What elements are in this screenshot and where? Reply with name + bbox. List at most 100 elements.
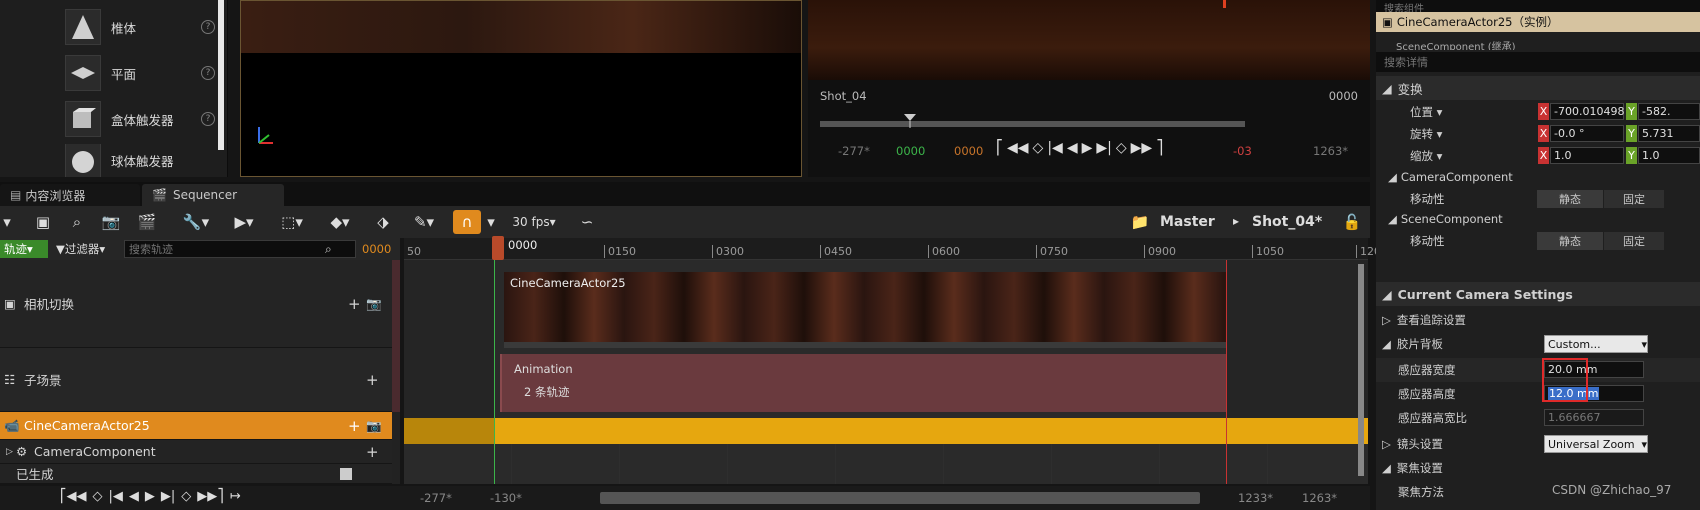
camera-cut-section[interactable]: CineCameraActor25 [504, 272, 1226, 348]
rotation-x-field[interactable]: -0.0 ° [1550, 125, 1624, 142]
viewport-cinematic[interactable]: Shot_04 0000 -277* 0000 0000 ⎡ ◀◀ ◇ |◀ ◀… [808, 0, 1370, 177]
viewport-left[interactable] [240, 0, 802, 177]
play-reverse-icon[interactable]: ◀ [129, 489, 139, 504]
chevron-down-icon[interactable]: ▾ [0, 210, 14, 234]
timeline-ruler[interactable]: 50 0150 0300 0450 0600 0750 0900 1050 12… [404, 236, 1381, 260]
vertical-scrollbar[interactable] [1358, 264, 1364, 476]
track-camera-component[interactable]: ▷ ⚙ CameraComponent + [0, 440, 392, 464]
folder-icon[interactable]: 📁 [1130, 210, 1150, 234]
mobility-static-button[interactable]: 静态 [1537, 232, 1603, 250]
place-item-box-trigger[interactable]: 盒体触发器 ? [65, 98, 215, 140]
horizontal-scrollbar[interactable] [600, 492, 1200, 504]
play-icon[interactable]: ▶ [1082, 140, 1093, 156]
filter-button[interactable]: ▼ 过滤器 ▾ [56, 240, 105, 258]
chevron-right-icon[interactable]: ▷ [6, 447, 16, 457]
location-x-field[interactable]: -700.010498 [1550, 103, 1624, 120]
filmback-preset-dropdown[interactable]: Custom... ▾ [1544, 335, 1648, 353]
step-back-icon[interactable]: |◀ [109, 489, 123, 504]
jump-to-start-icon[interactable]: ⎡ [996, 140, 1003, 156]
mobility-fixed-button[interactable]: 固定 [1604, 232, 1664, 250]
scale-x-field[interactable]: 1.0 [1550, 147, 1624, 164]
checkbox[interactable] [340, 467, 352, 480]
fps-dropdown[interactable]: 30 fps ▾ [506, 210, 562, 234]
camera-icon[interactable]: 📷 [366, 418, 392, 434]
lookat-row[interactable]: ▷ 查看追踪设置 [1376, 308, 1700, 332]
step-back-keyframe-icon[interactable]: ◀◀ [1007, 140, 1029, 156]
subscene-section[interactable]: Animation 2 条轨迹 [500, 354, 1226, 412]
next-key-icon[interactable]: ◇ [1116, 140, 1127, 156]
camera-icon[interactable]: 📷 [98, 210, 124, 234]
location-y-field[interactable]: -582. [1638, 103, 1700, 120]
scale-y-field[interactable]: 1.0 [1638, 147, 1700, 164]
lock-icon[interactable]: 🔓 [1342, 210, 1362, 234]
track-subscene[interactable]: ☷ 子场景 + [0, 348, 392, 412]
add-track-button[interactable]: 轨迹 ▾ [0, 240, 48, 258]
step-forward-keyframe-icon[interactable]: ▶▶ [1131, 140, 1153, 156]
tab-sequencer[interactable]: 🎬 Sequencer [142, 184, 284, 206]
place-item-sphere-trigger[interactable]: 球体触发器 [65, 144, 215, 177]
track-search-input[interactable] [125, 242, 325, 256]
tab-content-browser[interactable]: ▤ 内容浏览器 [0, 184, 140, 206]
lens-settings-row[interactable]: ▷ 镜头设置 [1376, 432, 1700, 456]
place-item-cone[interactable]: 椎体 ? [65, 6, 215, 48]
step-forward-icon[interactable]: ▶| [161, 489, 175, 504]
snap-magnet-icon[interactable]: ∩ [453, 210, 481, 234]
next-key-icon[interactable]: ◇ [181, 489, 191, 504]
camera-component-category[interactable]: ◢ CameraComponent [1376, 165, 1700, 189]
loop-icon[interactable]: ↦ [230, 489, 241, 504]
search-icon[interactable]: ⌕ [64, 210, 90, 234]
playhead-handle[interactable] [492, 236, 504, 260]
track-spawned[interactable]: 已生成 [0, 464, 392, 484]
scene-component-category[interactable]: ◢ SceneComponent [1376, 207, 1700, 231]
scrollbar[interactable] [218, 0, 224, 150]
add-icon[interactable]: + [366, 371, 392, 389]
camera-icon[interactable]: 📷 [366, 296, 392, 312]
prev-key-icon[interactable]: ◇ [1033, 140, 1044, 156]
add-icon[interactable]: + [348, 295, 366, 313]
filmback-row[interactable]: ◢ 胶片背板 [1376, 332, 1700, 356]
transform-category[interactable]: ◢ 变换 [1376, 76, 1700, 100]
tools-icon[interactable]: 🔧▾ [178, 210, 214, 234]
play-reverse-icon[interactable]: ◀ [1067, 140, 1078, 156]
jump-to-end-icon[interactable]: ⎤ [1156, 140, 1163, 156]
mobility-fixed-button[interactable]: 固定 [1604, 190, 1664, 208]
track-cine-camera-actor[interactable]: 📹 CineCameraActor25 + 📷 [0, 412, 392, 440]
mobility-static-button[interactable]: 静态 [1537, 190, 1603, 208]
curve-editor-icon[interactable]: ∽ [574, 210, 600, 234]
jump-to-end-icon[interactable]: ▶▶⎤ [197, 489, 224, 504]
place-item-plane[interactable]: 平面 ? [65, 52, 215, 94]
focus-settings-row[interactable]: ◢ 聚焦设置 [1376, 456, 1700, 480]
clapper-icon[interactable]: 🎬 [134, 210, 160, 234]
help-icon[interactable]: ? [201, 112, 215, 126]
add-icon[interactable]: + [366, 443, 392, 461]
breadcrumb-root[interactable]: Master [1160, 214, 1215, 230]
selection-icon[interactable]: ⬚▾ [274, 210, 310, 234]
actor-row-bar[interactable] [404, 418, 1368, 444]
component-search[interactable]: 搜索组件 [1376, 0, 1700, 12]
key-tag-icon[interactable]: ⬗ [370, 210, 396, 234]
rotation-y-field[interactable]: 5.731 [1638, 125, 1700, 142]
track-camera-cut[interactable]: ▣ 相机切换 + 📷 [0, 260, 392, 348]
timeline-lanes[interactable]: CineCameraActor25 Animation 2 条轨迹 [404, 260, 1368, 484]
scene-component-row[interactable]: SceneComponent (继承) [1376, 38, 1700, 50]
save-icon[interactable]: ▣ [30, 210, 56, 234]
chevron-down-icon[interactable]: ▾ [484, 210, 498, 234]
instance-row[interactable]: ▣ CineCameraActor25（实例） [1376, 12, 1700, 32]
jump-to-start-icon[interactable]: ⎡◀◀ [60, 489, 87, 504]
play-icon[interactable]: ▶ [145, 489, 155, 504]
current-camera-settings-category[interactable]: ◢ Current Camera Settings [1376, 282, 1700, 306]
play-options-icon[interactable]: ▶▾ [226, 210, 262, 234]
step-back-icon[interactable]: |◀ [1047, 140, 1062, 156]
add-icon[interactable]: + [348, 417, 366, 435]
playhead-icon[interactable] [904, 114, 916, 131]
lens-preset-dropdown[interactable]: Universal Zoom ▾ [1544, 435, 1648, 453]
help-icon[interactable]: ? [201, 66, 215, 80]
key-icon[interactable]: ◆▾ [322, 210, 358, 234]
track-search-field[interactable]: ⌕ [124, 240, 356, 258]
help-icon[interactable]: ? [201, 20, 215, 34]
prev-key-icon[interactable]: ◇ [93, 489, 103, 504]
breadcrumb-shot[interactable]: Shot_04* [1252, 214, 1322, 230]
details-search[interactable]: 搜索详情 [1376, 52, 1700, 72]
scrub-bar[interactable] [820, 121, 1245, 127]
step-forward-icon[interactable]: ▶| [1096, 140, 1111, 156]
